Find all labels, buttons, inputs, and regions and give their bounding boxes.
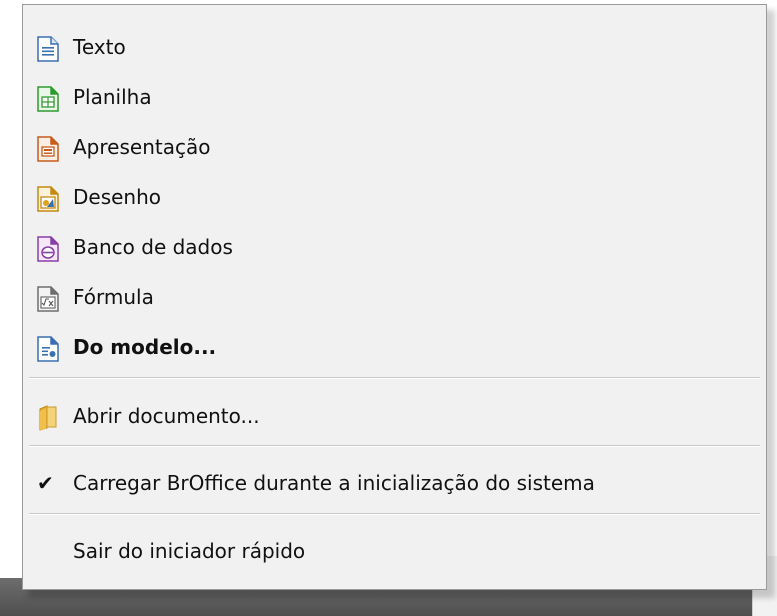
menu-item-label: Planilha [73, 85, 152, 109]
menu-item-do-modelo[interactable]: Do modelo... [23, 322, 766, 372]
draw-drawing-icon [37, 186, 59, 212]
menu-item-label: Abrir documento... [73, 404, 260, 428]
menu-item-load-on-startup[interactable]: ✔ Carregar BrOffice durante a inicializa… [23, 458, 766, 508]
menu-item-formula[interactable]: Fórmula [23, 272, 766, 322]
menu-item-label: Banco de dados [73, 235, 233, 259]
menu-item-label: Desenho [73, 185, 162, 209]
template-icon [37, 336, 59, 362]
menu-item-label: Sair do iniciador rápido [73, 539, 306, 563]
quickstarter-context-menu: Texto Planilha Apresentação Desenho Banc… [22, 4, 767, 590]
menu-item-planilha[interactable]: Planilha [23, 72, 766, 122]
menu-separator [29, 445, 760, 447]
menu-item-apresentacao[interactable]: Apresentação [23, 122, 766, 172]
writer-document-icon [37, 36, 59, 62]
menu-item-label: Carregar BrOffice durante a inicializaçã… [73, 471, 595, 495]
menu-item-abrir-documento[interactable]: Abrir documento... [23, 391, 766, 441]
menu-item-texto[interactable]: Texto [23, 22, 766, 72]
menu-item-label: Apresentação [73, 135, 211, 159]
menu-item-banco-de-dados[interactable]: Banco de dados [23, 222, 766, 272]
menu-item-label: Fórmula [73, 285, 154, 309]
impress-presentation-icon [37, 136, 59, 162]
menu-item-label: Do modelo... [73, 335, 217, 359]
menu-item-label: Texto [73, 35, 126, 59]
base-database-icon [37, 236, 59, 262]
folder-icon [37, 405, 59, 431]
menu-item-desenho[interactable]: Desenho [23, 172, 766, 222]
checkmark-icon: ✔ [37, 471, 54, 495]
menu-item-sair[interactable]: Sair do iniciador rápido [23, 526, 766, 576]
math-formula-icon [37, 286, 59, 312]
menu-separator [29, 377, 760, 379]
menu-separator [29, 513, 760, 515]
calc-spreadsheet-icon [37, 86, 59, 112]
